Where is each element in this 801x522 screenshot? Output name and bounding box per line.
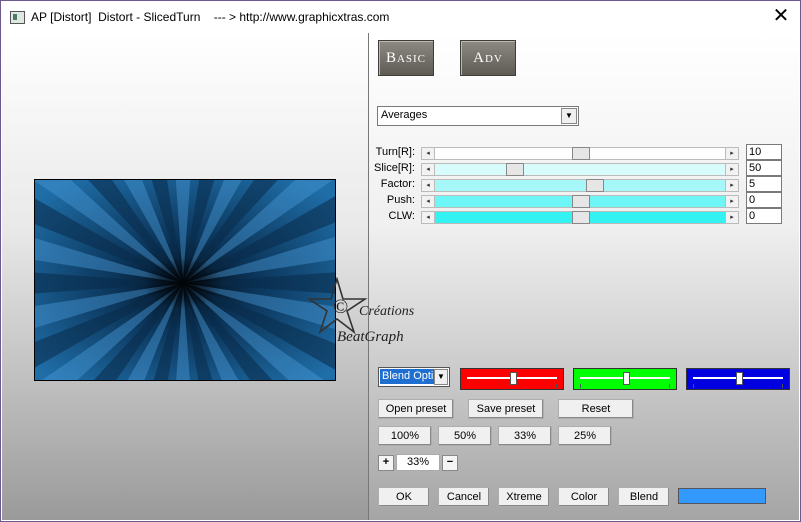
slider-label: Turn[R]: xyxy=(375,146,415,158)
reset-button[interactable]: Reset xyxy=(558,399,634,419)
slider-thumb[interactable] xyxy=(585,179,604,192)
slider-label: CLW: xyxy=(388,210,416,222)
slider-knob[interactable] xyxy=(735,372,743,385)
window-title: AP [Distort] Distort - SlicedTurn --- > … xyxy=(31,10,390,24)
tick xyxy=(782,384,783,388)
slider-left-arrow-icon[interactable]: ◂ xyxy=(422,212,435,223)
watermark-symbol: © xyxy=(333,296,348,318)
zoom-25-button[interactable]: 25% xyxy=(558,426,612,446)
title-bar: AP [Distort] Distort - SlicedTurn --- > … xyxy=(1,1,800,33)
zoom-50-button[interactable]: 50% xyxy=(438,426,492,446)
xtreme-button[interactable]: Xtreme xyxy=(498,487,550,507)
slider-track[interactable]: ◂ ▸ xyxy=(421,211,739,224)
slider-value-field[interactable]: 5 xyxy=(746,176,782,192)
slider-value-field[interactable]: 0 xyxy=(746,192,782,208)
slider-label: Push: xyxy=(386,194,415,206)
slider-thumb[interactable] xyxy=(572,195,590,208)
slider-value-field[interactable]: 10 xyxy=(746,144,782,160)
slider-thumb[interactable] xyxy=(572,147,590,160)
slider-label: Factor: xyxy=(380,178,415,190)
app-icon xyxy=(10,11,25,24)
close-icon[interactable]: ✕ xyxy=(770,5,792,27)
slider-label: Slice[R]: xyxy=(374,162,415,174)
tick xyxy=(580,384,581,388)
cancel-button[interactable]: Cancel xyxy=(438,487,490,507)
slider-track[interactable]: ◂ ▸ xyxy=(421,147,739,160)
blue-channel-slider[interactable] xyxy=(686,368,790,390)
tab-adv[interactable]: Adv xyxy=(460,40,516,76)
mode-select[interactable]: Averages ▼ xyxy=(377,106,579,126)
slider-value-field[interactable]: 50 xyxy=(746,160,782,176)
tick xyxy=(556,384,557,388)
ok-button[interactable]: OK xyxy=(378,487,430,507)
blend-options-value: Blend Opti xyxy=(380,369,434,384)
zoom-33-button[interactable]: 33% xyxy=(498,426,552,446)
client-area: Basic Adv Averages ▼ Turn[R]: ◂ ▸ 10 Sli… xyxy=(2,33,799,520)
save-preset-button[interactable]: Save preset xyxy=(468,399,544,419)
slider-thumb[interactable] xyxy=(572,211,590,224)
tick xyxy=(693,384,694,388)
blend-button[interactable]: Blend xyxy=(618,487,670,507)
tick xyxy=(669,384,670,388)
blend-options-select[interactable]: Blend Opti ▼ xyxy=(378,367,450,387)
tick xyxy=(467,384,468,388)
watermark-logo: © Créations BeatGraph xyxy=(306,276,447,353)
watermark-graphic: © Créations BeatGraph xyxy=(306,276,415,345)
slider-knob[interactable] xyxy=(622,372,630,385)
watermark-line2: BeatGraph xyxy=(337,329,404,345)
preview-graphic xyxy=(35,180,335,380)
watermark-line1: Créations xyxy=(359,304,415,319)
slider-right-arrow-icon[interactable]: ▸ xyxy=(725,180,738,191)
slider-right-arrow-icon[interactable]: ▸ xyxy=(725,196,738,207)
zoom-100-button[interactable]: 100% xyxy=(378,426,432,446)
slider-track[interactable]: ◂ ▸ xyxy=(421,163,739,176)
slider-left-arrow-icon[interactable]: ◂ xyxy=(422,180,435,191)
chevron-down-icon[interactable]: ▼ xyxy=(561,108,577,124)
slider-right-arrow-icon[interactable]: ▸ xyxy=(725,164,738,175)
red-channel-slider[interactable] xyxy=(460,368,564,390)
slider-knob[interactable] xyxy=(509,372,517,385)
green-channel-slider[interactable] xyxy=(573,368,677,390)
slider-track[interactable]: ◂ ▸ xyxy=(421,179,739,192)
slider-left-arrow-icon[interactable]: ◂ xyxy=(422,164,435,175)
zoom-out-button[interactable]: − xyxy=(442,455,458,471)
color-button[interactable]: Color xyxy=(558,487,610,507)
slider-left-arrow-icon[interactable]: ◂ xyxy=(422,196,435,207)
mode-select-value: Averages xyxy=(381,109,428,121)
zoom-in-button[interactable]: + xyxy=(378,455,394,471)
color-swatch[interactable] xyxy=(678,488,766,504)
preview-image xyxy=(34,179,336,381)
plugin-window: AP [Distort] Distort - SlicedTurn --- > … xyxy=(0,0,801,522)
open-preset-button[interactable]: Open preset xyxy=(378,399,454,419)
slider-value-field[interactable]: 0 xyxy=(746,208,782,224)
slider-right-arrow-icon[interactable]: ▸ xyxy=(725,148,738,159)
slider-thumb[interactable] xyxy=(505,163,524,176)
slider-track[interactable]: ◂ ▸ xyxy=(421,195,739,208)
tab-basic[interactable]: Basic xyxy=(378,40,434,76)
zoom-value-field[interactable]: 33% xyxy=(396,454,440,471)
slider-left-arrow-icon[interactable]: ◂ xyxy=(422,148,435,159)
chevron-down-icon[interactable]: ▼ xyxy=(434,369,448,385)
slider-right-arrow-icon[interactable]: ▸ xyxy=(725,212,738,223)
